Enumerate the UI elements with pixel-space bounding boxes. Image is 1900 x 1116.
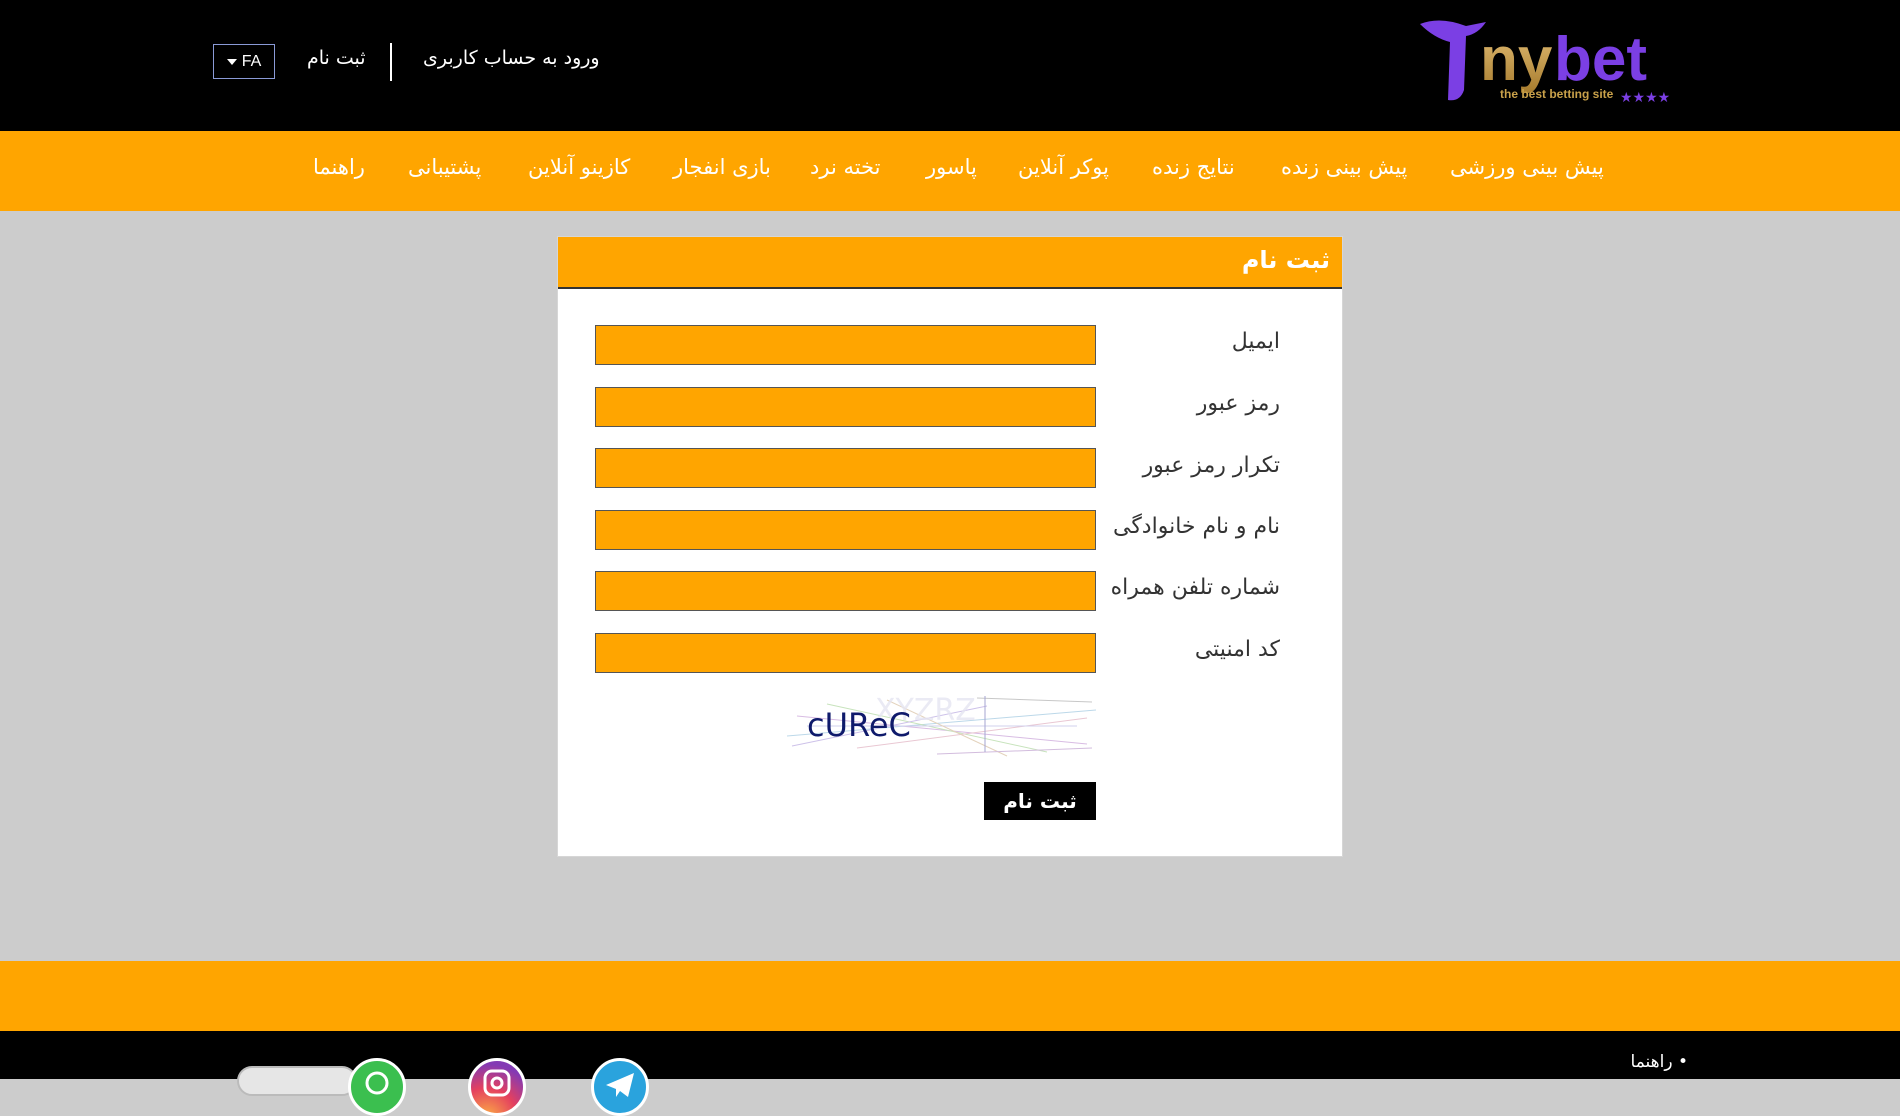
footer-guide-link[interactable]: • راهنما [1631,1052,1688,1072]
password-label: رمز عبور [1196,391,1280,416]
email-field[interactable] [595,325,1096,365]
tinybet-logo[interactable]: ny bet the best betting site ★★★★ [1420,18,1682,110]
confirm-password-label: تکرار رمز عبور [1142,453,1280,478]
register-link[interactable]: ثبت نام [307,47,366,69]
password-field[interactable] [595,387,1096,427]
logo-tagline: the best betting site [1500,87,1614,101]
svg-text:bet: bet [1554,25,1647,94]
nav-crash-game[interactable]: بازی انفجار [673,155,771,179]
svg-text:ny: ny [1480,25,1553,94]
full-name-field[interactable] [595,510,1096,550]
security-code-label: کد امنیتی [1194,637,1280,662]
nav-support[interactable]: پشتیبانی [408,155,481,179]
language-label: FA [241,52,262,70]
email-label: ایمیل [1231,329,1280,354]
nav-live-betting[interactable]: پیش بینی زنده [1281,155,1407,179]
whatsapp-icon[interactable] [348,1058,406,1116]
language-selector[interactable]: FA [213,44,275,79]
full-name-label: نام و نام خانوادگی [1112,514,1280,539]
mobile-field[interactable] [595,571,1096,611]
caret-down-icon [226,58,237,65]
register-submit-button[interactable]: ثبت نام [984,782,1096,820]
app-download-badge[interactable] [237,1066,357,1096]
nav-online-casino[interactable]: کازینو آنلاین [528,155,630,179]
login-link[interactable]: ورود به حساب کاربری [423,47,600,69]
nav-live-results[interactable]: نتایج زنده [1152,155,1235,179]
footer-band [0,961,1900,1031]
confirm-password-field[interactable] [595,448,1096,488]
security-code-field[interactable] [595,633,1096,673]
svg-text:★★★★: ★★★★ [1620,90,1670,106]
nav-sports-betting[interactable]: پیش بینی ورزشی [1450,155,1604,179]
nav-online-poker[interactable]: پوکر آنلاین [1018,155,1109,179]
main-nav: پیش بینی ورزشی پیش بینی زنده نتایج زنده … [0,131,1900,211]
header-divider [390,43,392,81]
telegram-icon[interactable] [591,1058,649,1116]
captcha-image[interactable]: XYZRZ cUReC [787,696,1096,758]
top-header: ny bet the best betting site ★★★★ ورود ب… [0,0,1900,131]
nav-guide[interactable]: راهنما [313,155,365,179]
card-header: ثبت نام [558,237,1342,289]
nav-backgammon[interactable]: تخته نرد [810,155,880,179]
nav-pasoor[interactable]: پاسور [926,155,977,179]
instagram-icon[interactable] [468,1058,526,1116]
captcha-text: cUReC [807,706,911,744]
mobile-label: شماره تلفن همراه [1110,575,1280,600]
registration-card: ثبت نام ایمیل رمز عبور تکرار رمز عبور نا… [557,236,1343,857]
form-title: ثبت نام [1241,246,1330,274]
